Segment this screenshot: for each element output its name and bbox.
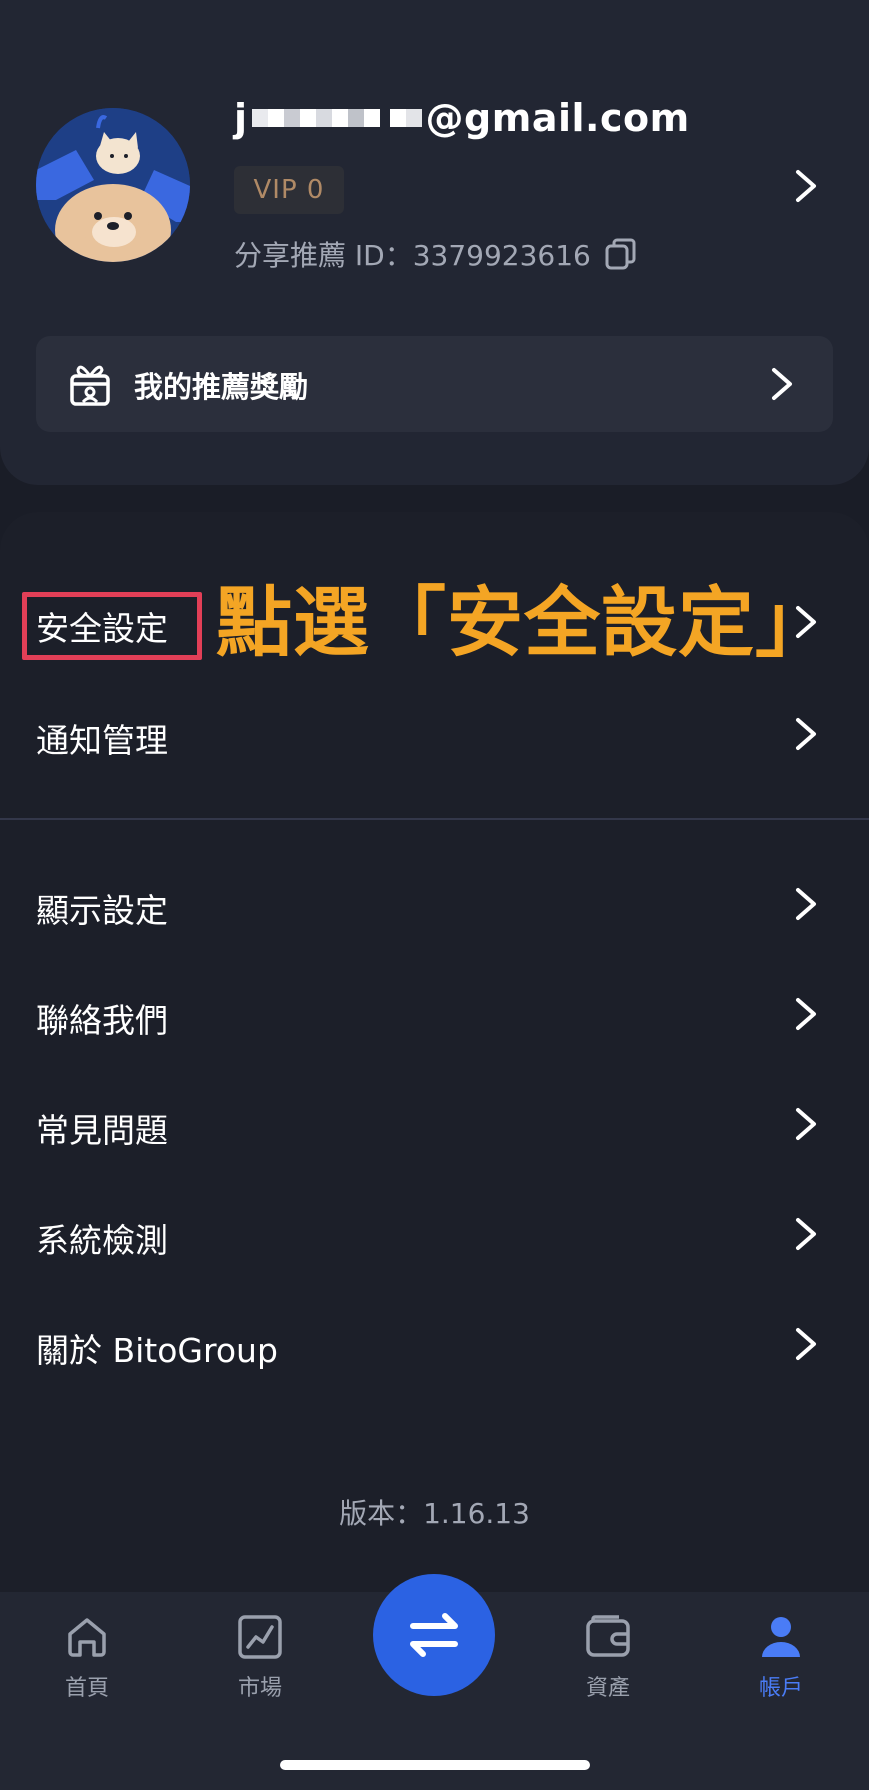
nav-account[interactable]: 帳戶	[721, 1612, 841, 1702]
menu-item-label: 關於 BitoGroup	[36, 1331, 278, 1370]
app-version: 版本：1.16.13	[339, 1497, 530, 1530]
menu-item-label: 通知管理	[36, 721, 168, 760]
email-prefix: j	[234, 96, 248, 140]
chevron-right-icon	[792, 1326, 820, 1362]
menu-item-system-check[interactable]: 系統檢測	[0, 1186, 869, 1282]
menu-item-display-settings[interactable]: 顯示設定	[0, 856, 869, 952]
swap-button[interactable]	[373, 1574, 495, 1696]
tutorial-annotation: 點選「安全設定」	[216, 578, 832, 667]
referral-id-text: 分享推薦 ID：3379923616	[234, 239, 591, 272]
nav-home[interactable]: 首頁	[27, 1612, 147, 1702]
account-icon	[762, 1617, 800, 1657]
vip-badge: VIP 0	[234, 166, 344, 214]
chevron-right-icon	[792, 996, 820, 1032]
gift-icon	[68, 360, 112, 408]
menu-item-label: 聯絡我們	[36, 1001, 168, 1040]
email-domain: @gmail.com	[425, 96, 690, 140]
wallet-icon	[586, 1615, 630, 1657]
nav-label: 帳戶	[758, 1676, 803, 1701]
nav-label: 資產	[585, 1676, 630, 1701]
dog-avatar-icon	[36, 108, 190, 262]
nav-assets[interactable]: 資產	[548, 1612, 668, 1702]
chevron-right-icon	[792, 716, 820, 752]
avatar[interactable]	[36, 108, 190, 262]
nav-market[interactable]: 市場	[200, 1612, 320, 1702]
menu-item-contact-us[interactable]: 聯絡我們	[0, 966, 869, 1062]
nav-label: 市場	[237, 1676, 282, 1701]
copy-icon[interactable]	[603, 236, 639, 272]
account-email: j @gmail.com	[234, 96, 690, 140]
menu-item-about[interactable]: 關於 BitoGroup	[0, 1296, 869, 1392]
swap-arrows-icon	[410, 1613, 458, 1657]
tutorial-highlight-box	[22, 592, 202, 660]
nav-label: 首頁	[64, 1676, 109, 1701]
menu-item-notifications[interactable]: 通知管理	[0, 686, 869, 782]
referral-rewards-button[interactable]: 我的推薦獎勵	[36, 336, 833, 432]
home-indicator[interactable]	[280, 1760, 590, 1770]
email-redaction	[251, 109, 422, 127]
chevron-right-icon[interactable]	[792, 168, 820, 204]
menu-item-faq[interactable]: 常見問題	[0, 1076, 869, 1172]
chevron-right-icon	[792, 1106, 820, 1142]
menu-item-label: 顯示設定	[36, 891, 168, 930]
menu-item-label: 系統檢測	[36, 1221, 168, 1260]
referral-rewards-label: 我的推薦獎勵	[134, 370, 309, 404]
referral-id: 分享推薦 ID：3379923616	[234, 234, 639, 274]
menu-item-label: 常見問題	[36, 1111, 168, 1150]
menu-divider	[0, 818, 869, 820]
chart-icon	[238, 1615, 282, 1659]
chevron-right-icon	[792, 1216, 820, 1252]
chevron-right-icon	[768, 366, 796, 402]
home-icon	[68, 1618, 106, 1657]
profile-card: j @gmail.com VIP 0 分享推薦 ID：3379923616 我的…	[0, 0, 869, 485]
chevron-right-icon	[792, 886, 820, 922]
